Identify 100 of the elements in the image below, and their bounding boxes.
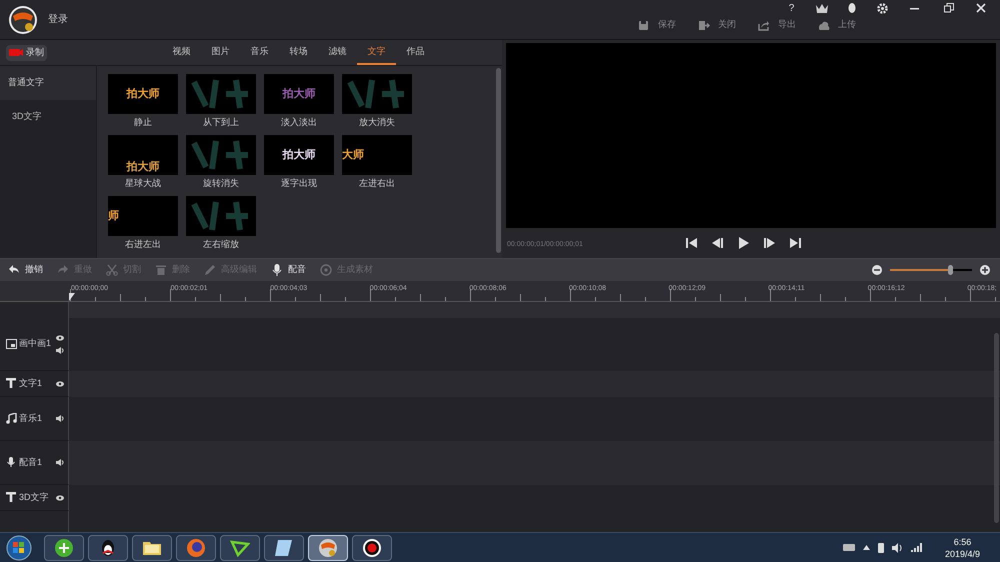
scrollbar[interactable]	[994, 333, 999, 523]
tab[interactable]: 作品	[396, 40, 435, 65]
slider-thumb[interactable]	[948, 265, 953, 275]
app-logo-icon	[318, 538, 338, 558]
effect-label: 放大消失	[359, 116, 395, 129]
restore-icon[interactable]	[944, 3, 954, 13]
clock-time[interactable]: 6:56	[954, 536, 972, 548]
crown-icon[interactable]	[815, 2, 829, 14]
share-icon	[758, 20, 770, 30]
taskbar-button[interactable]	[220, 534, 260, 560]
play-icon[interactable]	[738, 237, 750, 249]
start-button[interactable]	[4, 534, 34, 562]
login-link[interactable]: 登录	[48, 12, 68, 27]
taskbar-button[interactable]	[88, 534, 128, 560]
effect-label: 左进右出	[359, 177, 395, 190]
taskbar-button[interactable]	[352, 534, 392, 560]
tab[interactable]: 音乐	[240, 40, 279, 65]
keyboard-icon[interactable]	[842, 543, 855, 552]
caret-icon[interactable]	[862, 545, 870, 550]
track-header[interactable]: 画中画1	[0, 318, 69, 371]
trash-icon	[155, 264, 167, 276]
penguin-icon[interactable]	[847, 2, 857, 14]
speaker-icon[interactable]	[56, 459, 64, 466]
effect-thumbnail[interactable]: 拍大师	[108, 74, 178, 114]
step-forward-icon[interactable]	[764, 237, 776, 249]
undo-button[interactable]: 撤销	[8, 263, 43, 277]
text-icon	[6, 492, 17, 503]
skip-end-icon[interactable]	[790, 237, 802, 249]
effect-thumbnail[interactable]	[186, 135, 256, 175]
export-button[interactable]: 导出	[758, 18, 796, 32]
effect-label: 星球大战	[125, 177, 161, 190]
effect-thumbnail[interactable]: 师	[108, 196, 178, 236]
record-icon	[362, 538, 382, 558]
help-button[interactable]: ?	[776, 0, 807, 16]
picture-in-picture-icon	[6, 338, 17, 350]
exit-button[interactable]: 关闭	[698, 18, 736, 32]
effect-label: 淡入淡出	[281, 116, 317, 129]
cloud-icon	[818, 20, 830, 30]
effect-label: 逐字出现	[281, 177, 317, 190]
signal-icon[interactable]	[910, 543, 923, 552]
zoom-out-icon[interactable]	[872, 265, 882, 275]
effect-label: 静止	[134, 116, 152, 129]
tab[interactable]: 文字	[357, 40, 396, 65]
settings-icon[interactable]	[877, 2, 888, 14]
battery-icon[interactable]	[878, 542, 884, 553]
preview-text: 拍大师	[126, 86, 160, 102]
step-back-icon[interactable]	[712, 237, 724, 249]
tab[interactable]: 图片	[201, 40, 240, 65]
zoom-in-icon[interactable]	[980, 265, 990, 275]
effect-thumbnail[interactable]	[186, 196, 256, 236]
preview-text: 大师	[342, 148, 364, 163]
effect-thumbnail[interactable]: 拍大师	[108, 135, 178, 175]
category-item[interactable]: 3D文字	[0, 100, 96, 134]
track-header[interactable]: 文字1	[0, 371, 69, 397]
speaker-icon[interactable]	[56, 346, 64, 354]
app-logo-icon	[8, 4, 38, 34]
scissors-icon	[106, 264, 118, 276]
skip-start-icon[interactable]	[686, 237, 698, 249]
preview-text: 师	[108, 208, 119, 224]
speaker-icon[interactable]	[56, 415, 64, 422]
eye-icon[interactable]	[56, 334, 64, 340]
clock-date[interactable]: 2019/4/9	[944, 548, 980, 560]
effect-label: 左右缩放	[203, 238, 239, 251]
effect-thumbnail[interactable]: 拍大师	[264, 135, 334, 175]
mic-button[interactable]: 配音	[271, 263, 306, 277]
text-icon	[6, 378, 17, 389]
close-icon[interactable]	[976, 3, 986, 13]
taskbar-button[interactable]	[264, 534, 304, 560]
effect-thumbnail[interactable]	[342, 74, 412, 114]
track-name: 配音1	[19, 456, 42, 469]
effect-label: 旋转消失	[203, 177, 239, 190]
firefox-icon	[186, 538, 206, 558]
tab[interactable]: 视频	[162, 40, 201, 65]
triangle-icon	[230, 538, 250, 558]
taskbar-button[interactable]	[132, 534, 172, 560]
eye-icon[interactable]	[56, 494, 64, 500]
track-header[interactable]: 音乐1	[0, 397, 69, 441]
effect-thumbnail[interactable]	[186, 74, 256, 114]
upload-button[interactable]: 上传	[818, 18, 856, 32]
track-name: 文字1	[19, 376, 42, 390]
taskbar-button[interactable]	[44, 534, 84, 560]
save-button[interactable]: 保存	[638, 18, 676, 32]
preview-text: 拍大师	[282, 148, 316, 163]
effect-label: 右进左出	[125, 238, 161, 251]
eye-icon[interactable]	[56, 380, 64, 386]
microphone-icon	[6, 457, 17, 468]
microphone-icon	[271, 264, 283, 276]
track-header[interactable]: 3D文字	[0, 485, 69, 511]
pencil-icon	[204, 264, 216, 276]
notepad-icon	[274, 538, 294, 558]
scrollbar[interactable]	[496, 68, 500, 253]
playhead-icon[interactable]	[69, 293, 75, 301]
tab[interactable]: 滤镜	[318, 40, 357, 65]
speaker-icon[interactable]	[892, 542, 903, 552]
record-button[interactable]: 录制	[6, 44, 47, 60]
effect-thumbnail[interactable]: 拍大师	[264, 74, 334, 114]
effect-thumbnail[interactable]: 大师	[342, 135, 412, 175]
preview-text: 拍大师	[126, 160, 160, 174]
track-header[interactable]: 配音1	[0, 441, 69, 485]
tab[interactable]: 转场	[279, 40, 318, 65]
